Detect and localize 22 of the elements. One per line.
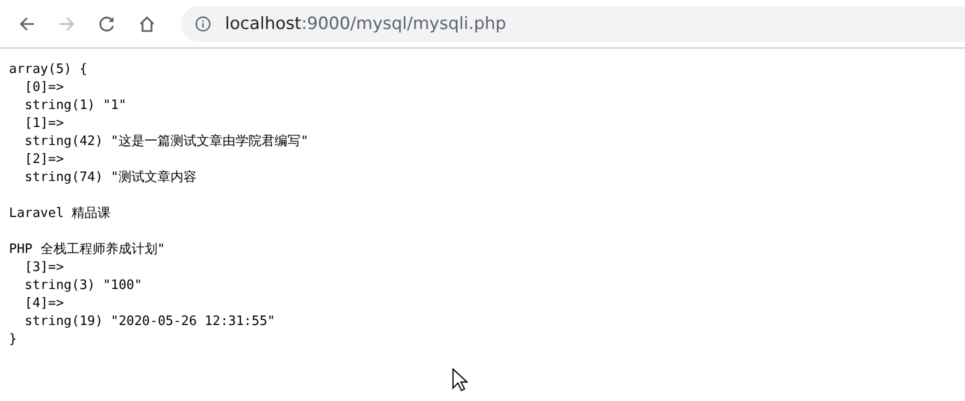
output-line: [0]=> <box>24 79 65 97</box>
cursor-icon <box>452 368 468 392</box>
output-line: string(1) "1" <box>24 97 128 115</box>
back-arrow-icon <box>18 14 36 32</box>
output-line: PHP 全栈工程师养成计划" <box>9 241 166 259</box>
home-icon <box>138 14 156 32</box>
address-bar[interactable]: localhost:9000/mysql/mysqli.php <box>181 6 965 42</box>
output-line: string(3) "100" <box>24 277 144 295</box>
output-line: } <box>9 331 18 349</box>
output-line: [2]=> <box>24 151 65 169</box>
output-line: [4]=> <box>24 295 65 313</box>
output-line: string(74) "测试文章内容 <box>24 169 198 187</box>
info-icon <box>195 16 211 32</box>
output-line: Laravel 精品课 <box>9 205 112 223</box>
output-line: array(5) { <box>9 61 88 79</box>
output-line: [3]=> <box>24 259 65 277</box>
output-line: string(42) "这是一篇测试文章由学院君编写" <box>24 133 310 151</box>
reload-icon <box>98 14 116 32</box>
output-line: [1]=> <box>24 115 65 133</box>
forward-arrow-icon <box>58 14 76 32</box>
url-text: localhost:9000/mysql/mysqli.php <box>225 14 506 34</box>
output-line: string(19) "2020-05-26 12:31:55" <box>24 313 276 331</box>
